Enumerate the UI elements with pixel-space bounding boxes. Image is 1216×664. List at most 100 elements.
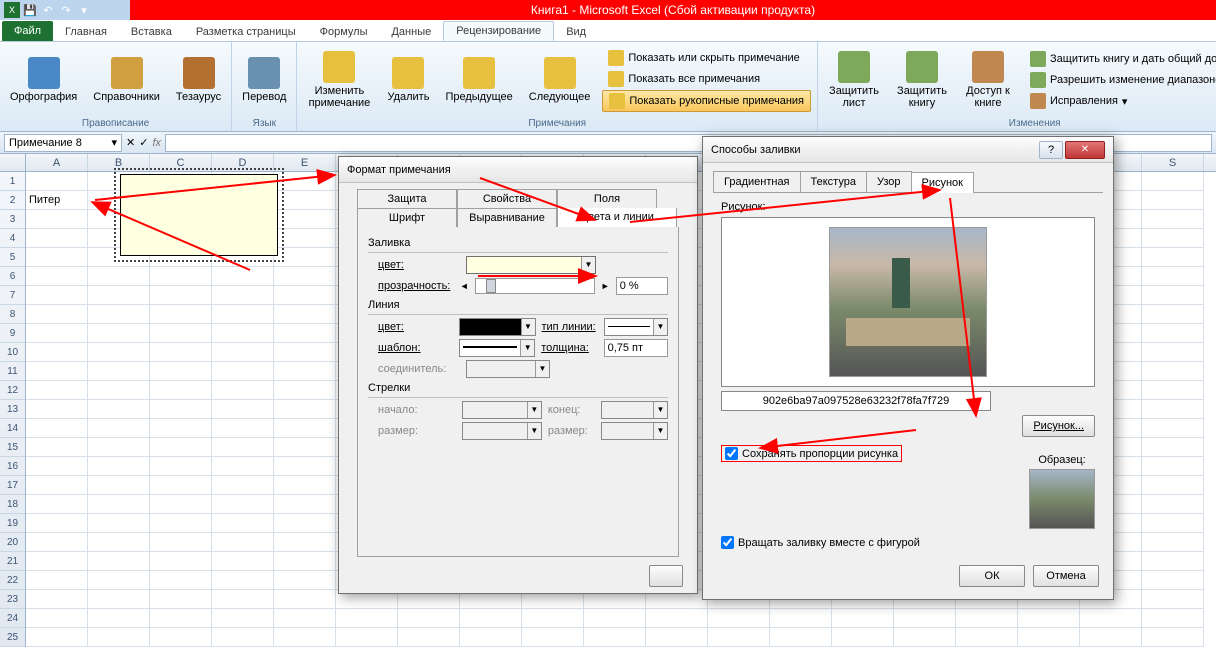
cell[interactable] <box>956 628 1018 647</box>
cell[interactable] <box>88 628 150 647</box>
cell[interactable] <box>150 628 212 647</box>
row-header[interactable]: 15 <box>0 438 25 457</box>
cell[interactable] <box>274 210 336 229</box>
cell[interactable] <box>26 362 88 381</box>
cell[interactable] <box>88 495 150 514</box>
cell[interactable] <box>26 381 88 400</box>
cell[interactable] <box>26 286 88 305</box>
cell[interactable] <box>1142 305 1204 324</box>
row-header[interactable]: 22 <box>0 571 25 590</box>
cell[interactable] <box>26 514 88 533</box>
cell[interactable] <box>212 628 274 647</box>
select-all-corner[interactable] <box>0 154 26 171</box>
cell[interactable] <box>584 609 646 628</box>
cell[interactable] <box>1142 286 1204 305</box>
translate-button[interactable]: Перевод <box>238 55 290 105</box>
line-type-picker[interactable]: ▼ <box>604 318 668 336</box>
cell[interactable] <box>1018 609 1080 628</box>
cell[interactable] <box>1142 438 1204 457</box>
col-header[interactable]: A <box>26 154 88 171</box>
cell[interactable] <box>150 400 212 419</box>
fill-color-picker[interactable]: ▼ <box>466 256 596 274</box>
row-header[interactable]: 21 <box>0 552 25 571</box>
cell[interactable] <box>26 457 88 476</box>
cell[interactable] <box>336 628 398 647</box>
transparency-value[interactable]: 0 % <box>616 277 668 295</box>
cell[interactable] <box>26 552 88 571</box>
cell[interactable] <box>1142 609 1204 628</box>
rotate-fill-checkbox[interactable]: Вращать заливку вместе с фигурой <box>721 536 1095 549</box>
tab-data[interactable]: Данные <box>379 23 443 41</box>
tab-margins[interactable]: Поля <box>557 189 657 208</box>
cell[interactable] <box>150 324 212 343</box>
thesaurus-button[interactable]: Тезаурус <box>172 55 225 105</box>
cell[interactable] <box>832 628 894 647</box>
cell[interactable] <box>274 343 336 362</box>
protect-share-button[interactable]: Защитить книгу и дать общий доступ <box>1024 49 1216 69</box>
cell[interactable] <box>274 286 336 305</box>
cell[interactable] <box>274 305 336 324</box>
cell[interactable] <box>212 438 274 457</box>
cell[interactable] <box>26 172 88 191</box>
cell[interactable] <box>26 609 88 628</box>
line-color-picker[interactable]: ▼ <box>459 318 536 336</box>
transparency-slider[interactable] <box>475 278 595 294</box>
cell[interactable] <box>26 267 88 286</box>
cell[interactable] <box>88 609 150 628</box>
research-button[interactable]: Справочники <box>89 55 164 105</box>
cell[interactable] <box>708 628 770 647</box>
cell[interactable] <box>460 609 522 628</box>
cell[interactable] <box>212 324 274 343</box>
tab-protection[interactable]: Защита <box>357 189 457 208</box>
tab-picture[interactable]: Рисунок <box>911 172 975 193</box>
allow-ranges-button[interactable]: Разрешить изменение диапазонов <box>1024 70 1216 90</box>
row-header[interactable]: 25 <box>0 628 25 647</box>
tab-insert[interactable]: Вставка <box>119 23 184 41</box>
cell[interactable] <box>522 609 584 628</box>
cell[interactable] <box>88 476 150 495</box>
cell[interactable] <box>1142 552 1204 571</box>
cell[interactable] <box>770 609 832 628</box>
cell[interactable] <box>1142 324 1204 343</box>
tab-pattern[interactable]: Узор <box>866 171 912 192</box>
show-ink-button[interactable]: Показать рукописные примечания <box>602 90 811 112</box>
tab-texture[interactable]: Текстура <box>800 171 867 192</box>
cell[interactable] <box>1142 628 1204 647</box>
tab-file[interactable]: Файл <box>2 21 53 41</box>
share-workbook-button[interactable]: Доступ к книге <box>960 49 1016 111</box>
col-header[interactable]: E <box>274 154 336 171</box>
track-changes-button[interactable]: Исправления ▾ <box>1024 91 1216 111</box>
cell[interactable] <box>88 343 150 362</box>
cell[interactable] <box>88 533 150 552</box>
save-icon[interactable]: 💾 <box>22 2 38 18</box>
tab-layout[interactable]: Разметка страницы <box>184 23 308 41</box>
cell[interactable] <box>274 419 336 438</box>
cell[interactable] <box>398 628 460 647</box>
cancel-icon[interactable]: ✕ <box>126 136 135 149</box>
row-header[interactable]: 14 <box>0 419 25 438</box>
cell[interactable] <box>88 571 150 590</box>
cell[interactable] <box>212 400 274 419</box>
cell[interactable] <box>26 571 88 590</box>
tab-alignment[interactable]: Выравнивание <box>457 208 557 227</box>
row-header[interactable]: 24 <box>0 609 25 628</box>
cell[interactable] <box>1142 191 1204 210</box>
cell[interactable] <box>274 628 336 647</box>
cell[interactable] <box>274 476 336 495</box>
row-header[interactable]: 20 <box>0 533 25 552</box>
cell[interactable] <box>26 324 88 343</box>
cell[interactable] <box>1142 381 1204 400</box>
cell[interactable] <box>212 286 274 305</box>
select-picture-button[interactable]: Рисунок... <box>1022 415 1095 437</box>
cell[interactable] <box>150 457 212 476</box>
cell[interactable] <box>212 362 274 381</box>
row-header[interactable]: 1 <box>0 172 25 191</box>
cell[interactable] <box>894 628 956 647</box>
cell[interactable] <box>212 476 274 495</box>
close-button[interactable]: ✕ <box>1065 141 1105 159</box>
col-header[interactable]: B <box>88 154 150 171</box>
show-all-comments-button[interactable]: Показать все примечания <box>602 69 811 89</box>
row-header[interactable]: 19 <box>0 514 25 533</box>
cell[interactable] <box>274 590 336 609</box>
cell[interactable] <box>1142 362 1204 381</box>
